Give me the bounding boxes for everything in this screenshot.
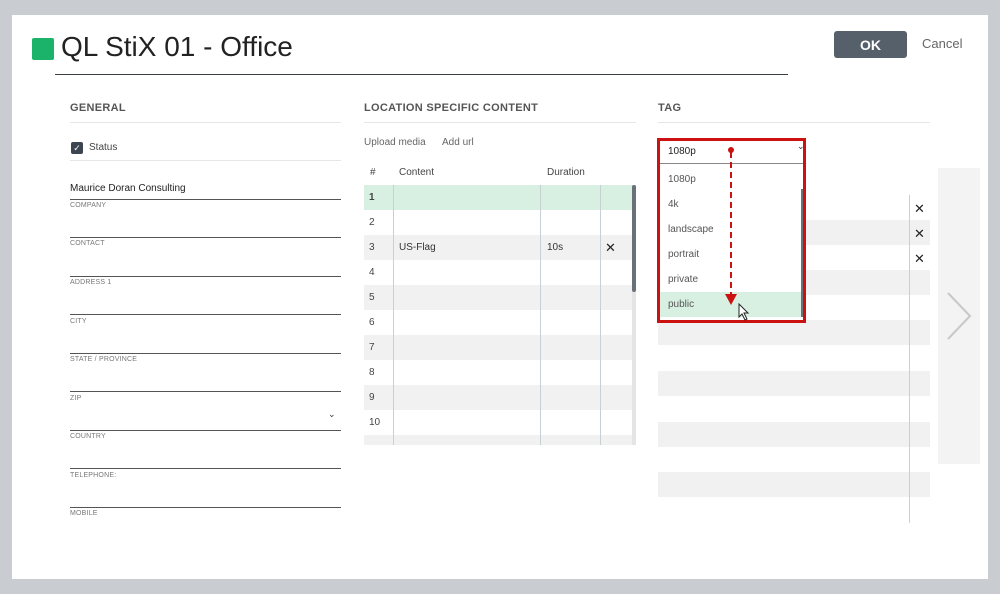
status-checkbox[interactable]: ✓ [71, 142, 83, 154]
tag-heading: TAG [658, 102, 682, 114]
address-label: ADDRESS 1 [70, 279, 112, 286]
company-label: COMPANY [70, 202, 107, 209]
tag-divider [658, 122, 930, 123]
tag-row[interactable] [658, 371, 930, 396]
table-row[interactable] [364, 185, 632, 210]
general-divider [70, 122, 341, 123]
row-number: 9 [369, 392, 375, 403]
table-row[interactable] [364, 360, 632, 385]
city-input[interactable] [70, 299, 341, 313]
tag-row[interactable] [658, 472, 930, 497]
status-divider [70, 160, 341, 161]
row-number: 3 [369, 242, 375, 253]
column-header-num: # [370, 167, 376, 178]
tag-column-divider [909, 195, 910, 523]
state-input[interactable] [70, 338, 341, 352]
row-number: 6 [369, 317, 375, 328]
close-icon[interactable]: ✕ [914, 201, 925, 217]
close-icon[interactable]: ✕ [914, 226, 925, 242]
table-row[interactable] [364, 385, 632, 410]
column-header-content: Content [399, 167, 435, 178]
dropdown-scrollbar[interactable] [801, 189, 803, 317]
table-row [364, 435, 632, 445]
mobile-field-line [70, 507, 341, 508]
zip-input[interactable] [70, 376, 341, 390]
table-row[interactable] [364, 260, 632, 285]
close-icon[interactable]: ✕ [914, 251, 925, 267]
chevron-down-icon[interactable]: ⌄ [328, 409, 336, 420]
row-number: 8 [369, 367, 375, 378]
column-divider [540, 185, 541, 445]
city-field-line [70, 314, 341, 315]
telephone-label: TELEPHONE: [70, 472, 117, 479]
add-url-link[interactable]: Add url [442, 137, 474, 148]
zip-field-line [70, 391, 341, 392]
column-divider [393, 185, 394, 445]
telephone-field-line [70, 468, 341, 469]
location-heading: LOCATION SPECIFIC CONTENT [364, 102, 539, 114]
table-row[interactable] [364, 410, 632, 435]
scrollbar-thumb[interactable] [632, 185, 636, 292]
column-header-duration: Duration [547, 167, 585, 178]
upload-media-link[interactable]: Upload media [364, 137, 426, 148]
location-divider [364, 122, 636, 123]
table-row[interactable] [364, 285, 632, 310]
duration-cell: 10s [547, 242, 564, 253]
zip-label: ZIP [70, 395, 82, 402]
dashed-arrow-annotation [725, 147, 737, 305]
row-number: 5 [369, 292, 375, 303]
title-underline [55, 74, 788, 75]
ok-button[interactable]: OK [834, 31, 907, 58]
chevron-right-icon[interactable] [944, 291, 974, 346]
address-input[interactable] [70, 261, 341, 275]
state-label: STATE / PROVINCE [70, 356, 138, 363]
row-number: 7 [369, 342, 375, 353]
close-icon[interactable]: ✕ [605, 240, 616, 256]
table-row[interactable] [364, 210, 632, 235]
status-label: Status [89, 142, 118, 153]
mobile-input[interactable] [70, 491, 341, 505]
country-label: COUNTRY [70, 433, 106, 440]
row-number: 4 [369, 267, 375, 278]
status-color-swatch [32, 38, 54, 60]
address-field-line [70, 276, 341, 277]
tag-select-value[interactable]: 1080p [668, 146, 696, 157]
table-row[interactable] [364, 335, 632, 360]
tag-row[interactable] [658, 320, 930, 345]
page-title: QL StiX 01 - Office [61, 31, 293, 62]
cancel-button[interactable]: Cancel [922, 36, 962, 51]
general-heading: GENERAL [70, 102, 126, 114]
mobile-label: MOBILE [70, 510, 98, 517]
row-number: 1 [369, 192, 375, 203]
chevron-down-icon[interactable]: ⌄ [797, 141, 805, 152]
column-divider [600, 185, 601, 445]
table-row[interactable] [364, 310, 632, 335]
telephone-input[interactable] [70, 453, 341, 467]
state-field-line [70, 353, 341, 354]
contact-input[interactable] [70, 222, 341, 236]
row-number: 10 [369, 417, 381, 428]
country-field-line [70, 430, 341, 431]
company-field-line [70, 199, 341, 200]
country-select[interactable] [70, 414, 341, 428]
contact-label: CONTACT [70, 240, 105, 247]
tag-row[interactable] [658, 422, 930, 447]
contact-field-line [70, 237, 341, 238]
company-input[interactable]: Maurice Doran Consulting [70, 183, 186, 194]
content-cell: US-Flag [399, 242, 436, 253]
row-number: 2 [369, 217, 375, 228]
check-icon: ✓ [73, 143, 81, 153]
mouse-pointer-icon [738, 303, 750, 321]
city-label: CITY [70, 318, 87, 325]
